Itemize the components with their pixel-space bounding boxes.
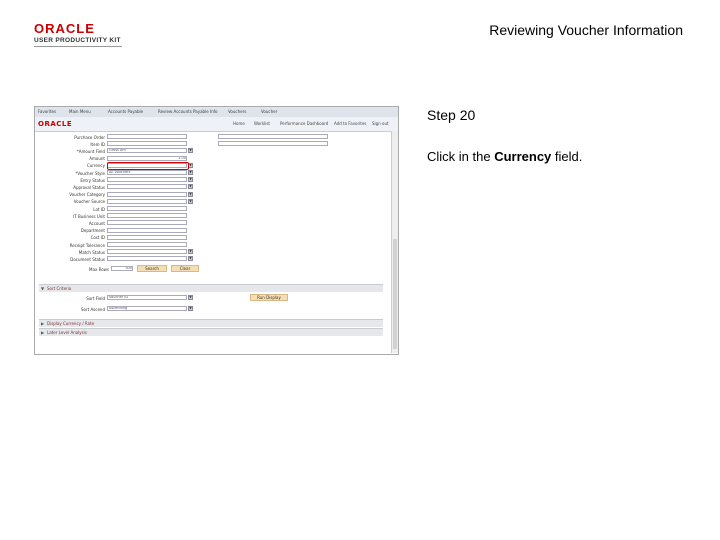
dropdown-chevron-icon[interactable]: ▼ (188, 177, 193, 183)
run-display-button[interactable]: Run Display (250, 294, 288, 301)
field-label: Receipt Tolerance (69, 242, 105, 248)
field-label: Voucher Category (69, 192, 105, 198)
clear-button[interactable]: Clear (171, 265, 199, 272)
sort-field-select[interactable]: Voucher ID (107, 295, 187, 300)
field-label: Item ID (90, 141, 105, 147)
sort-criteria-section[interactable]: ▼ Sort Criteria (39, 284, 383, 292)
field-input[interactable] (107, 191, 187, 197)
app-screenshot: Favorites Main Menu Accounts Payable Rev… (34, 106, 399, 355)
display-currency-section[interactable]: ▶ Display Currency / Rate (39, 319, 383, 327)
brand-bar: ORACLE Home Worklist Performance Dashboa… (35, 117, 398, 132)
later-analysis-section[interactable]: ▶ Later Level Analysis (39, 328, 383, 336)
later-analysis-title: Later Level Analysis (47, 330, 87, 335)
field-input[interactable] (107, 141, 187, 147)
instruction-field-name: Currency (494, 149, 552, 164)
nav-voucher[interactable]: Voucher (261, 109, 277, 114)
link-worklist[interactable]: Worklist (254, 121, 270, 126)
instruction-suffix: field. (551, 149, 583, 164)
field-label: Department (80, 228, 105, 234)
dropdown-chevron-icon[interactable]: ▼ (188, 170, 193, 175)
dropdown-chevron-icon[interactable]: ▼ (188, 191, 193, 197)
currency-field-highlight (107, 162, 189, 170)
breadcrumb: Favorites Main Menu Accounts Payable Rev… (35, 107, 398, 117)
field-label: Approval Status (73, 184, 105, 190)
oracle-upk-logo: ORACLE USER PRODUCTIVITY KIT (34, 22, 121, 44)
dropdown-chevron-icon[interactable]: ▼ (188, 198, 193, 204)
logo-upk-text: USER PRODUCTIVITY KIT (34, 37, 121, 44)
field-label: Purchase Order (74, 134, 105, 140)
field-input[interactable]: Gross Am (107, 148, 187, 154)
field-label: Lot ID (93, 206, 105, 212)
po-extra-input[interactable] (218, 134, 328, 139)
nav-accounts-payable[interactable]: Accounts Payable (108, 109, 143, 114)
logo-oracle-text: ORACLE (34, 21, 95, 36)
link-home[interactable]: Home (233, 121, 245, 126)
nav-vouchers[interactable]: Vouchers (228, 109, 246, 114)
sort-criteria-title: Sort Criteria (47, 286, 72, 291)
field-label: *Amount Field (76, 148, 105, 154)
max-rows-label: Max Rows (89, 267, 109, 272)
vertical-scrollbar[interactable] (391, 131, 398, 353)
field-input[interactable] (107, 198, 187, 204)
field-label: Match Status (78, 249, 105, 255)
field-input[interactable] (107, 184, 187, 190)
expand-triangle-icon: ▶ (41, 321, 45, 326)
scrollbar-thumb[interactable] (393, 239, 397, 349)
nav-review-ap-info[interactable]: Review Accounts Payable Info (158, 109, 218, 114)
field-label: IT Business Unit (73, 213, 105, 219)
logo-divider (34, 46, 122, 47)
field-input[interactable] (107, 242, 187, 247)
field-input[interactable] (107, 249, 187, 255)
field-input[interactable]: 1.00 (107, 155, 187, 161)
dropdown-chevron-icon[interactable]: ▼ (188, 184, 193, 190)
dropdown-chevron-icon[interactable]: ▼ (188, 256, 193, 262)
field-label: Currency (86, 163, 105, 169)
page-title: Reviewing Voucher Information (489, 22, 683, 38)
instruction-prefix: Click in the (427, 149, 495, 164)
sort-order-label: Sort Ascend (80, 307, 105, 312)
collapse-triangle-icon: ▼ (41, 286, 45, 291)
field-input[interactable]: All Vouchers (107, 170, 187, 175)
expand-triangle-icon: ▶ (41, 330, 45, 335)
sort-field-label: Sort Field (86, 296, 105, 301)
link-sign-out[interactable]: Sign out (372, 121, 389, 126)
link-favorites[interactable]: Add to Favorites (334, 121, 366, 126)
link-dashboard[interactable]: Performance Dashboard (280, 121, 328, 126)
sort-order-select[interactable]: Ascending (107, 306, 187, 311)
sort-order-dropdown-icon[interactable]: ▼ (188, 306, 193, 311)
field-input[interactable] (107, 213, 187, 219)
field-label: Voucher Source (73, 199, 105, 205)
field-input[interactable] (107, 234, 187, 240)
field-input[interactable] (107, 220, 187, 226)
field-input[interactable] (107, 177, 187, 183)
field-input[interactable] (107, 227, 187, 233)
display-currency-title: Display Currency / Rate (47, 321, 95, 326)
dropdown-chevron-icon[interactable]: ▼ (188, 249, 193, 255)
step-number: Step 20 (427, 107, 476, 123)
search-button[interactable]: Search (137, 265, 167, 272)
nav-main-menu[interactable]: Main Menu (69, 109, 91, 114)
app-oracle-logo: ORACLE (38, 120, 73, 128)
field-label: Entry Status (80, 177, 105, 183)
field-input[interactable] (107, 134, 187, 139)
field-label: Account (88, 220, 105, 226)
field-input[interactable] (107, 256, 187, 262)
sort-field-dropdown-icon[interactable]: ▼ (188, 295, 193, 300)
instruction-text: Click in the Currency field. (427, 149, 582, 164)
field-label: Amount (89, 156, 105, 162)
max-rows-input[interactable]: 300 (111, 266, 133, 271)
field-label: Document Status (70, 256, 105, 262)
field-label: *Voucher Style (75, 170, 105, 176)
field-label: Cost ID (90, 235, 105, 241)
item-extra-input[interactable] (218, 141, 328, 146)
field-input[interactable] (107, 206, 187, 211)
dropdown-chevron-icon[interactable]: ▼ (188, 148, 193, 154)
nav-favorites[interactable]: Favorites (38, 109, 56, 114)
